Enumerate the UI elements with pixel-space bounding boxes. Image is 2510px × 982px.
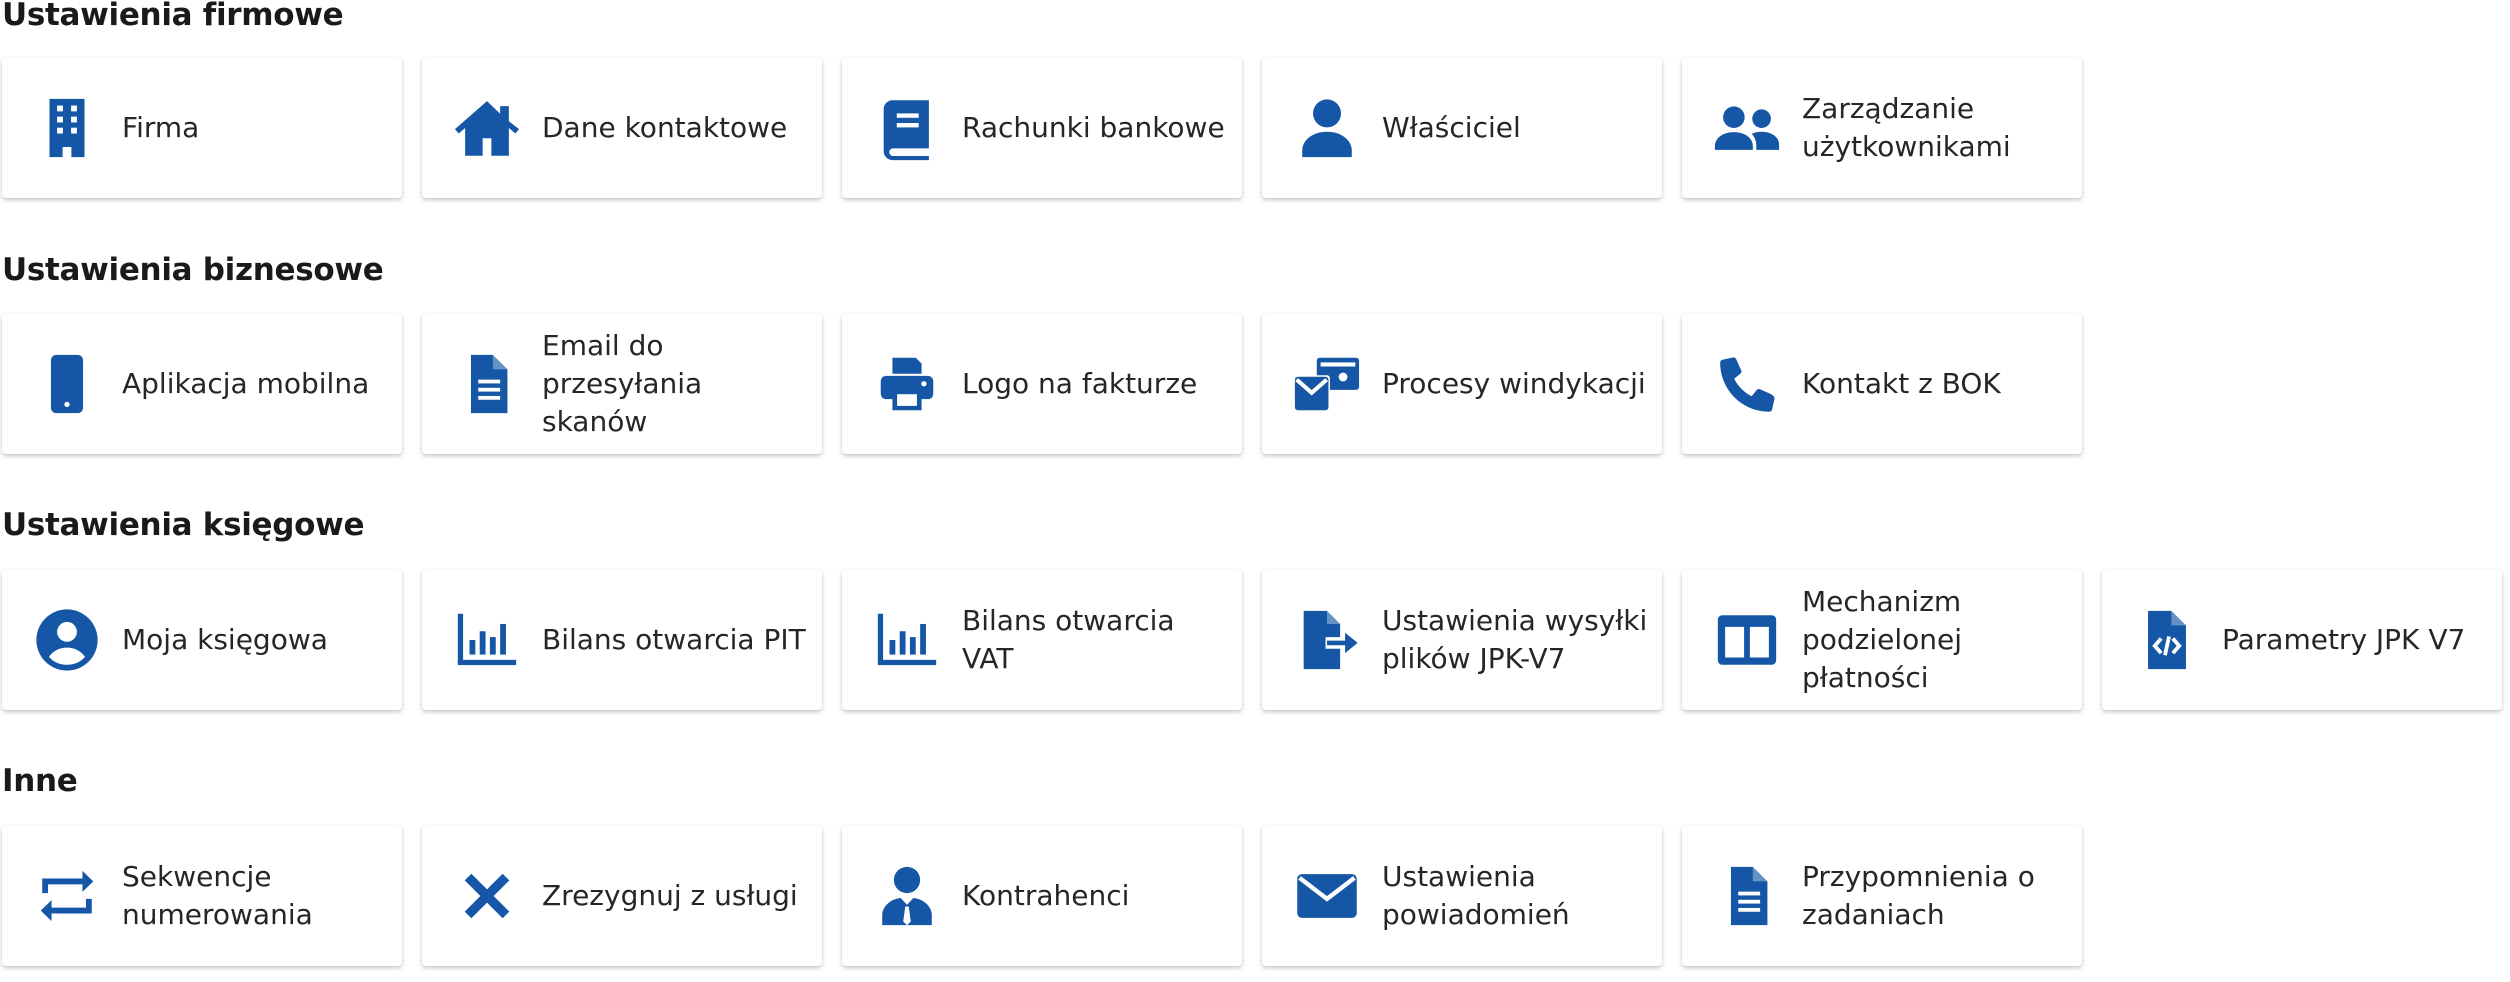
card-label: Firma: [122, 111, 200, 144]
card-contact-bok[interactable]: Kontakt z BOK: [1682, 314, 2082, 454]
card-contractors[interactable]: Kontrahenci: [842, 826, 1242, 966]
card-label: Bilans otwarcia VAT: [962, 604, 1175, 675]
file-code-icon: [2130, 605, 2204, 675]
close-icon: [450, 861, 524, 931]
section-title-accounting: Ustawienia księgowe: [2, 507, 365, 543]
account-circle-icon: [30, 605, 104, 675]
printer-icon: [870, 349, 944, 419]
card-collection-processes[interactable]: Procesy windykacji: [1262, 314, 1662, 454]
repeat-icon: [30, 861, 104, 931]
card-label: Procesy windykacji: [1382, 367, 1646, 400]
bar-chart-icon: [870, 605, 944, 675]
contractor-icon: [870, 861, 944, 931]
split-columns-icon: [1710, 605, 1784, 675]
card-label: Ustawienia powiadomień: [1382, 860, 1570, 931]
card-numbering-sequences[interactable]: Sekwencje numerowania: [2, 826, 402, 966]
section-title-business: Ustawienia biznesowe: [2, 252, 384, 288]
settings-page: Ustawienia firmowe Firma Dane kontaktowe…: [0, 0, 2510, 982]
book-icon: [870, 93, 944, 163]
card-notification-settings[interactable]: Ustawienia powiadomień: [1262, 826, 1662, 966]
card-resign-service[interactable]: Zrezygnuj z usługi: [422, 826, 822, 966]
card-jpk-v7-sending[interactable]: Ustawienia wysyłki plików JPK-V7: [1262, 570, 1662, 710]
card-label: Ustawienia wysyłki plików JPK-V7: [1382, 604, 1648, 675]
card-split-payment[interactable]: Mechanizm podzielonej płatności: [1682, 570, 2082, 710]
card-owner[interactable]: Właściciel: [1262, 58, 1662, 198]
card-opening-balance-pit[interactable]: Bilans otwarcia PIT: [422, 570, 822, 710]
mail-money-icon: [1290, 349, 1364, 419]
person-icon: [1290, 93, 1364, 163]
card-label: Aplikacja mobilna: [122, 367, 370, 400]
card-task-reminders[interactable]: Przypomnienia o zadaniach: [1682, 826, 2082, 966]
card-label: Przypomnienia o zadaniach: [1802, 860, 2035, 931]
card-bank-accounts[interactable]: Rachunki bankowe: [842, 58, 1242, 198]
document-icon: [450, 349, 524, 419]
card-label: Moja księgowa: [122, 623, 328, 656]
card-user-management[interactable]: Zarządzanie użytkownikami: [1682, 58, 2082, 198]
card-opening-balance-vat[interactable]: Bilans otwarcia VAT: [842, 570, 1242, 710]
card-label: Sekwencje numerowania: [122, 860, 313, 931]
building-icon: [30, 93, 104, 163]
section-title-other: Inne: [2, 763, 78, 799]
card-label: Zarządzanie użytkownikami: [1802, 92, 2011, 163]
card-label: Parametry JPK V7: [2222, 623, 2466, 656]
section-title-company: Ustawienia firmowe: [2, 0, 344, 33]
card-invoice-logo[interactable]: Logo na fakturze: [842, 314, 1242, 454]
bar-chart-icon: [450, 605, 524, 675]
smartphone-icon: [30, 349, 104, 419]
card-label: Właściciel: [1382, 111, 1521, 144]
people-icon: [1710, 93, 1784, 163]
card-contact-data[interactable]: Dane kontaktowe: [422, 58, 822, 198]
card-label: Zrezygnuj z usługi: [542, 879, 798, 912]
card-label: Mechanizm podzielonej płatności: [1802, 585, 1963, 694]
card-mobile-app[interactable]: Aplikacja mobilna: [2, 314, 402, 454]
card-label: Logo na fakturze: [962, 367, 1198, 400]
home-icon: [450, 93, 524, 163]
card-email-scans[interactable]: Email do przesyłania skanów: [422, 314, 822, 454]
phone-icon: [1710, 349, 1784, 419]
card-firma[interactable]: Firma: [2, 58, 402, 198]
card-jpk-v7-parameters[interactable]: Parametry JPK V7: [2102, 570, 2502, 710]
envelope-icon: [1290, 861, 1364, 931]
card-label: Bilans otwarcia PIT: [542, 623, 806, 656]
file-export-icon: [1290, 605, 1364, 675]
card-label: Dane kontaktowe: [542, 111, 788, 144]
document-icon: [1710, 861, 1784, 931]
card-label: Rachunki bankowe: [962, 111, 1225, 144]
card-my-accountant[interactable]: Moja księgowa: [2, 570, 402, 710]
card-label: Email do przesyłania skanów: [542, 329, 703, 438]
card-label: Kontrahenci: [962, 879, 1130, 912]
card-label: Kontakt z BOK: [1802, 367, 2001, 400]
